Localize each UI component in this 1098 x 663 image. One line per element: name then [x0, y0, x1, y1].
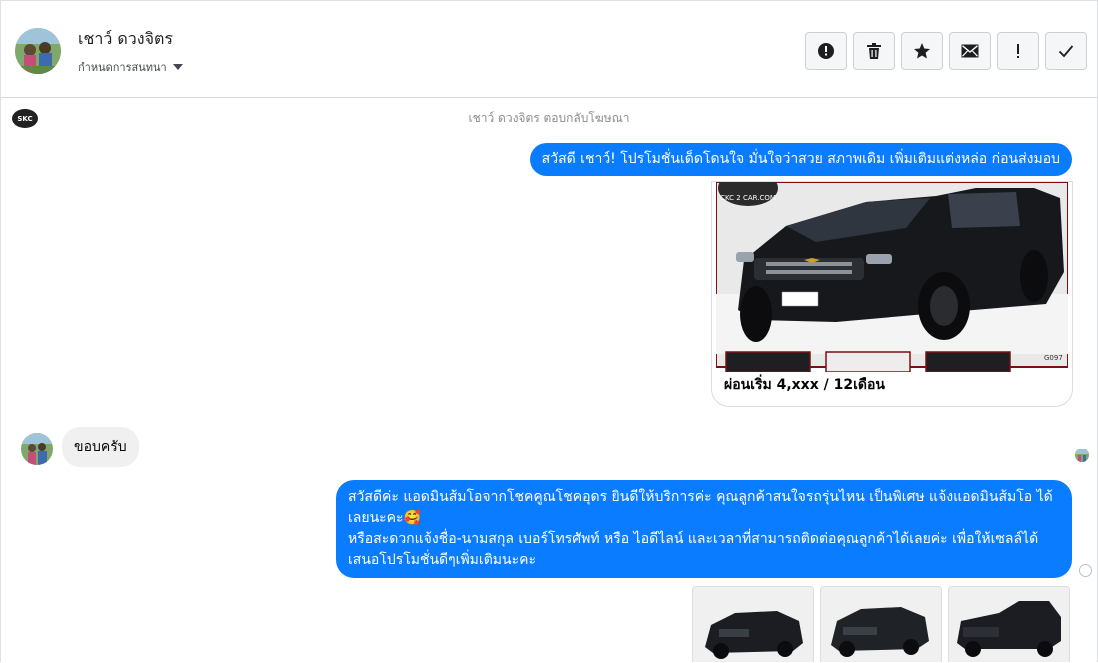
star-button[interactable]	[901, 32, 943, 70]
car-photo-thumbnail[interactable]	[948, 586, 1070, 662]
promo-card[interactable]: CKC 2 CAR.COM G097 ผ่อนเริ่ม 4,xxx / 12เ…	[711, 181, 1073, 407]
mark-spam-button[interactable]	[805, 32, 847, 70]
message-thread[interactable]: SKC เชาว์ ดวงจิตร ตอบกลับโฆษณา สวัสดี เช…	[1, 98, 1097, 662]
message-line: หรือสะดวกแจ้งชื่อ-นามสกุล เบอร์โทรศัพท์ …	[348, 531, 1039, 568]
contact-avatar[interactable]	[15, 28, 61, 74]
seen-indicator-avatar	[1075, 448, 1089, 462]
promo-card-caption: ผ่อนเริ่ม 4,xxx / 12เดือน	[724, 377, 885, 393]
check-icon	[1058, 45, 1074, 58]
star-icon	[914, 43, 930, 59]
trash-icon	[867, 43, 881, 59]
mark-done-button[interactable]	[1045, 32, 1087, 70]
manage-conversation-label: กำหนดการสนทนา	[78, 61, 167, 74]
stock-code: G097	[1044, 354, 1063, 362]
outgoing-message-long[interactable]: สวัสดีค่ะ แอดมินส้มโอจากโชคคูณโชคอุดร ยิ…	[336, 480, 1072, 578]
attachment-images	[692, 586, 1070, 662]
sent-status-icon	[1079, 564, 1092, 577]
conversation-window: เชาว์ ดวงจิตร กำหนดการสนทนา SKC เชาว์ ดว…	[0, 0, 1098, 662]
car-photo-thumbnail[interactable]	[692, 586, 814, 662]
alert-icon	[818, 43, 834, 59]
watermark-text: CKC 2 CAR.COM	[720, 194, 776, 202]
exclamation-icon	[1017, 44, 1019, 58]
toolbar	[805, 32, 1087, 70]
outgoing-message[interactable]: สวัสดี เชาว์! โปรโมชั่นเด็ดโดนใจ มั่นใจว…	[529, 143, 1072, 176]
follow-up-button[interactable]	[997, 32, 1039, 70]
ad-reply-notice: เชาว์ ดวงจิตร ตอบกลับโฆษณา	[468, 111, 630, 125]
caret-down-icon	[172, 64, 183, 70]
incoming-message[interactable]: ขอบครับ	[62, 427, 139, 467]
contact-name: เชาว์ ดวงจิตร	[78, 29, 173, 48]
promo-car-image[interactable]: CKC 2 CAR.COM G097	[715, 182, 1069, 373]
delete-button[interactable]	[853, 32, 895, 70]
envelope-icon	[961, 44, 979, 58]
conversation-header: เชาว์ ดวงจิตร กำหนดการสนทนา	[1, 1, 1097, 98]
contact-avatar-small	[21, 433, 53, 465]
message-line: สวัสดีค่ะ แอดมินส้มโอจากโชคคูณโชคอุดร ยิ…	[348, 489, 1053, 526]
mark-unread-button[interactable]	[949, 32, 991, 70]
manage-conversation-dropdown[interactable]: กำหนดการสนทนา	[78, 58, 183, 76]
car-photo-thumbnail[interactable]	[820, 586, 942, 662]
